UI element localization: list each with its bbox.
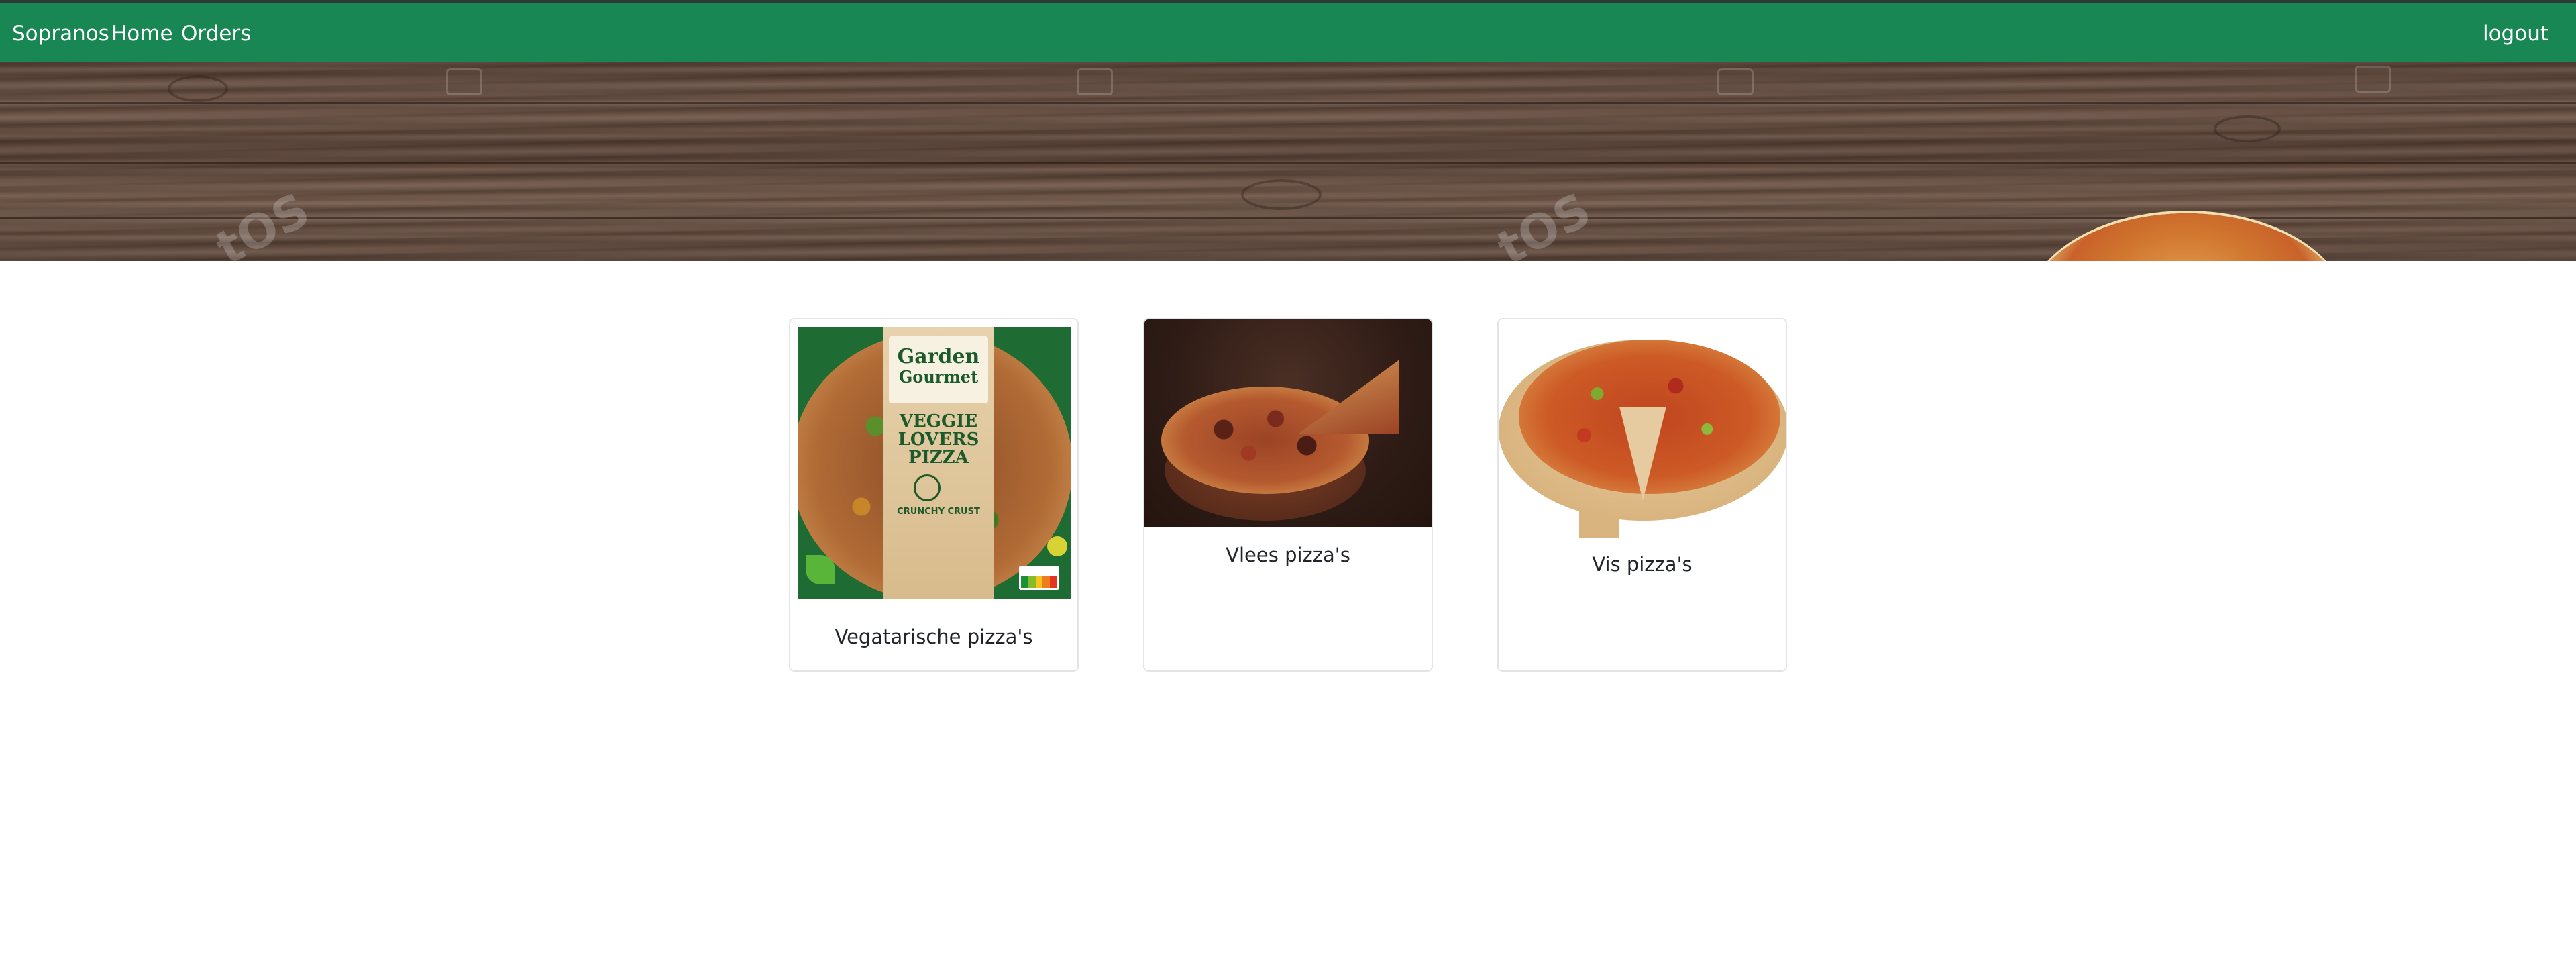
pizza-shape (1161, 387, 1369, 494)
logout-link[interactable]: logout (2483, 23, 2548, 44)
hero-banner: tOS tOS (0, 62, 2576, 261)
card-title: Vegatarische pizza's (835, 625, 1033, 648)
vegan-badge-icon (1047, 536, 1067, 556)
watermark-text: tOS (1489, 182, 1600, 261)
watermark-text: tOS (207, 182, 319, 261)
hero-pizza-image (2026, 213, 2348, 261)
nutriscore-icon (1019, 566, 1059, 590)
package-badge-icon (914, 474, 941, 501)
top-navbar: Sopranos Home Orders logout (0, 0, 2576, 62)
nav-home-link[interactable]: Home (111, 23, 173, 44)
meat-pizza-image (1144, 319, 1432, 527)
watermark-camera-icon (2355, 66, 2391, 93)
watermark-camera-icon (446, 68, 482, 95)
wood-knot (2214, 115, 2281, 142)
package-product: VEGGIE LOVERS PIZZA (898, 411, 979, 468)
watermark-camera-icon (1717, 68, 1754, 95)
fish-pizza-image (1499, 319, 1786, 538)
package-brand: Garden Gourmet (889, 336, 988, 403)
category-card-fish[interactable]: Vis pizza's (1497, 318, 1787, 672)
plank-seam (0, 162, 2576, 164)
wood-knot (1241, 179, 1322, 210)
watermark-camera-icon (1077, 68, 1113, 95)
category-card-vegetarian[interactable]: Garden Gourmet VEGGIE LOVERS PIZZA CRUNC… (789, 318, 1079, 672)
package-band: Garden Gourmet VEGGIE LOVERS PIZZA CRUNC… (883, 327, 994, 599)
package-subtitle: CRUNCHY CRUST (897, 507, 980, 517)
leaf-icon (806, 555, 835, 584)
category-card-meat[interactable]: Vlees pizza's (1143, 318, 1433, 672)
vegetarian-pizza-image: Garden Gourmet VEGGIE LOVERS PIZZA CRUNC… (798, 327, 1071, 599)
nav-orders-link[interactable]: Orders (181, 23, 251, 44)
card-title: Vlees pizza's (1226, 544, 1350, 566)
brand-link[interactable]: Sopranos (12, 23, 109, 44)
wood-knot (168, 75, 228, 102)
plank-seam (0, 102, 2576, 104)
card-title: Vis pizza's (1592, 553, 1693, 576)
